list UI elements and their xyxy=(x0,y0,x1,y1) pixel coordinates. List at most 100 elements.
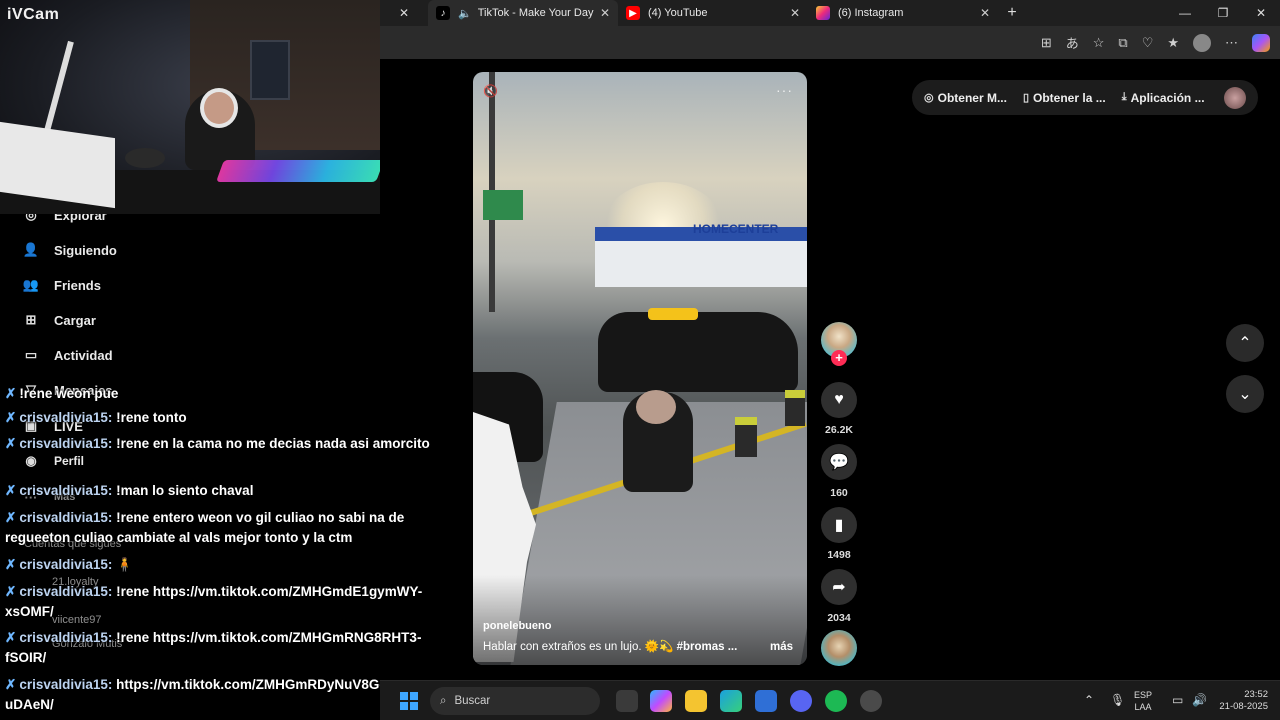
sword-icon: ✗ xyxy=(5,410,17,425)
webcam-scene xyxy=(42,40,74,140)
windows-taskbar: ⌕ Buscar ⌃ 🎙 ESP LAA ▭ 🔊 23:52 21-08-202… xyxy=(380,680,1280,720)
chat-text: !rene tonto xyxy=(116,410,187,425)
sidebar-item-label: Friends xyxy=(54,277,101,293)
taskbar-search[interactable]: ⌕ Buscar xyxy=(430,687,600,715)
speaker-icon[interactable]: 🔈 xyxy=(458,7,472,20)
chevron-down-icon: ⌄ xyxy=(1238,386,1252,403)
profile-avatar[interactable] xyxy=(1193,33,1211,52)
menu-dots-icon[interactable]: ⋯ xyxy=(1225,35,1238,51)
sidebar-item-label: Siguiendo xyxy=(54,242,117,258)
video-frame xyxy=(735,417,757,457)
browser-essentials-icon[interactable]: ♡ xyxy=(1142,35,1154,51)
sidebar-item-cargar[interactable]: ⊞ Cargar xyxy=(22,311,96,329)
chat-message: ✗ crisvaldivia15: !rene en la cama no me … xyxy=(5,434,435,454)
tab-youtube[interactable]: ▶ (4) YouTube ✕ xyxy=(618,0,808,26)
sidebar-item-siguiendo[interactable]: 👤 Siguiendo xyxy=(22,241,117,259)
save-button[interactable]: ▮ xyxy=(821,507,857,543)
translate-icon[interactable]: あ xyxy=(1066,33,1079,52)
clock[interactable]: 23:52 21-08-2025 xyxy=(1214,689,1268,713)
chat-username: crisvaldivia15: xyxy=(19,483,113,498)
chat-username: crisvaldivia15: xyxy=(19,410,113,425)
close-icon[interactable]: ✕ xyxy=(790,6,800,20)
video-caption: Hablar con extraños es un lujo. 🌞💫 #brom… xyxy=(483,639,753,653)
comment-button[interactable]: 💬 xyxy=(821,444,857,480)
hashtag-link[interactable]: #bromas ... xyxy=(677,641,738,653)
favorite-star-icon[interactable]: ☆ xyxy=(1093,35,1105,51)
obs-icon[interactable] xyxy=(860,690,882,712)
favorites-icon[interactable]: ★ xyxy=(1167,35,1179,51)
more-options-icon[interactable]: ··· xyxy=(776,82,793,98)
chevron-up-icon[interactable]: ⌃ xyxy=(1084,693,1094,707)
new-tab-button[interactable]: + xyxy=(998,4,1026,22)
upload-icon: ⊞ xyxy=(25,312,37,327)
more-caption-link[interactable]: más xyxy=(770,641,793,653)
sword-icon: ✗ xyxy=(5,436,17,451)
extensions-icon[interactable]: ⧉ xyxy=(1118,35,1127,51)
language-code: ESP xyxy=(1134,690,1153,700)
store-icon[interactable] xyxy=(755,690,777,712)
caption-text: Hablar con extraños es un lujo. 🌞💫 xyxy=(483,641,677,653)
sword-icon: ✗ xyxy=(5,510,17,525)
follow-plus-icon[interactable]: + xyxy=(831,350,847,366)
get-coins-button[interactable]: ◎ Obtener M... xyxy=(924,91,1007,105)
volume-icon[interactable]: 🔊 xyxy=(1192,693,1207,707)
header-item-label: Aplicación ... xyxy=(1130,90,1205,105)
task-view-icon[interactable] xyxy=(616,690,638,712)
previous-video-button[interactable]: ⌃ xyxy=(1226,324,1264,362)
chat-message: ✗ crisvaldivia15: !man lo siento chaval xyxy=(5,481,435,501)
desktop-app-button[interactable]: ⤓ Aplicación ... xyxy=(1122,91,1205,105)
chat-text: !rene weon pue xyxy=(19,386,119,401)
close-icon[interactable]: ✕ xyxy=(980,6,990,20)
copilot-app-icon[interactable] xyxy=(650,690,672,712)
discord-icon[interactable] xyxy=(790,690,812,712)
search-placeholder: Buscar xyxy=(454,695,491,707)
browser-toolbar: ⊞ あ ☆ ⧉ ♡ ★ ⋯ xyxy=(380,26,1280,59)
tab-tiktok[interactable]: ♪ 🔈 TikTok - Make Your Day ✕ xyxy=(428,0,618,26)
microphone-icon[interactable]: 🎙 xyxy=(1110,693,1125,707)
minimize-button[interactable]: — xyxy=(1166,6,1204,20)
network-icon[interactable]: ▭ xyxy=(1172,693,1183,707)
video-player[interactable]: HOMECENTER 🔇 ··· ponelebueno Hablar con … xyxy=(473,72,807,665)
like-button[interactable]: ♥ xyxy=(821,382,857,418)
music-disc-icon[interactable] xyxy=(821,630,857,666)
close-icon[interactable]: ✕ xyxy=(600,6,610,20)
windows-start-icon[interactable] xyxy=(400,692,418,710)
sidebar-item-friends[interactable]: 👥 Friends xyxy=(22,276,101,294)
chat-username: crisvaldivia15: xyxy=(19,557,113,572)
sidebar-item-label: Actividad xyxy=(54,347,113,363)
tab-title: (6) Instagram xyxy=(838,7,904,19)
sidebar-item-actividad[interactable]: ▭ Actividad xyxy=(22,346,113,364)
copilot-icon[interactable] xyxy=(1252,33,1270,52)
chat-message: ✗ crisvaldivia15: https://vm.tiktok.com/Z… xyxy=(5,675,405,715)
maximize-button[interactable]: ❐ xyxy=(1204,6,1242,20)
language-indicator[interactable]: ESP LAA xyxy=(1134,689,1152,713)
share-button[interactable]: ➦ xyxy=(821,569,857,605)
get-app-button[interactable]: ▯ Obtener la ... xyxy=(1023,91,1106,105)
top-header-actions: ◎ Obtener M... ▯ Obtener la ... ⤓ Aplica… xyxy=(912,80,1258,115)
close-icon[interactable]: ✕ xyxy=(380,6,428,20)
video-author[interactable]: ponelebueno xyxy=(483,620,551,632)
tab-instagram[interactable]: (6) Instagram ✕ xyxy=(808,0,998,26)
chat-message: ✗ crisvaldivia15: !rene https://vm.tiktok… xyxy=(5,582,435,622)
edge-icon[interactable] xyxy=(720,690,742,712)
screen: ✕ ♪ 🔈 TikTok - Make Your Day ✕ ▶ (4) You… xyxy=(0,0,1280,720)
window-controls: — ❐ ✕ xyxy=(1166,6,1280,20)
webcam-logo: iVCam xyxy=(7,6,60,23)
chat-text: !man lo siento chaval xyxy=(116,483,254,498)
volume-icon[interactable]: 🔇 xyxy=(483,84,498,98)
app-available-icon[interactable]: ⊞ xyxy=(1041,35,1052,51)
share-icon: ➦ xyxy=(832,579,846,596)
webcam-overlay: iVCam xyxy=(0,0,380,214)
avatar[interactable] xyxy=(1224,86,1246,109)
instagram-icon xyxy=(816,6,830,20)
spotify-icon[interactable] xyxy=(825,690,847,712)
activity-icon: ▭ xyxy=(24,347,38,362)
heart-icon: ♥ xyxy=(834,391,844,408)
file-explorer-icon[interactable] xyxy=(685,690,707,712)
webcam-person xyxy=(200,88,238,128)
like-count: 26.2K xyxy=(824,424,854,436)
sidebar-item-perfil[interactable]: ◉ Perfil xyxy=(22,452,84,470)
next-video-button[interactable]: ⌄ xyxy=(1226,375,1264,413)
sidebar-item-label: Perfil xyxy=(54,454,85,468)
close-window-button[interactable]: ✕ xyxy=(1242,6,1280,20)
